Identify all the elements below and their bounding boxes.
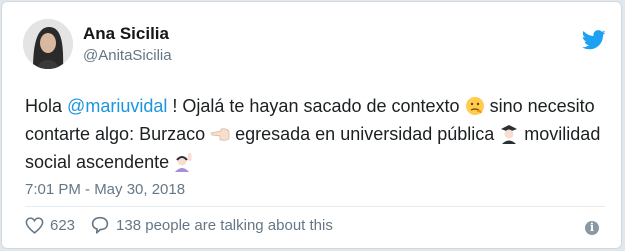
- woman-graduate-emoji: [498, 124, 520, 144]
- tweet-timestamp[interactable]: 7:01 PM - May 30, 2018: [25, 181, 185, 198]
- greeting-text: Hola: [25, 96, 63, 116]
- speech-bubble-icon: [90, 216, 110, 234]
- tweet-text-part3: egresada en universidad pública: [235, 124, 495, 144]
- like-button[interactable]: 623: [25, 217, 75, 234]
- avatar[interactable]: [23, 19, 73, 69]
- tweet-actions: 623 138 people are talking about this: [25, 216, 333, 234]
- mention-link[interactable]: @mariuvidal: [67, 96, 167, 116]
- tweet-card[interactable]: Ana Sicilia @AnitaSicilia Hola @mariuvid…: [1, 1, 622, 249]
- replies-text: 138 people are talking about this: [116, 216, 333, 234]
- author-name[interactable]: Ana Sicilia: [83, 24, 169, 44]
- thinking-face-emoji: [464, 96, 486, 116]
- woman-raising-hand-emoji: [173, 152, 195, 172]
- info-icon[interactable]: i: [585, 221, 599, 235]
- tweet-text-part1: ! Ojalá te hayan sacado de contexto: [172, 96, 460, 116]
- tweet-text: Hola @mariuvidal ! Ojalá te hayan sacado…: [25, 92, 615, 176]
- like-count: 623: [50, 216, 76, 234]
- twitter-bird-icon[interactable]: [581, 30, 606, 50]
- pointing-left-emoji: [209, 124, 231, 144]
- author-handle[interactable]: @AnitaSicilia: [83, 47, 172, 64]
- heart-icon: [25, 216, 44, 234]
- divider: [25, 206, 605, 207]
- reply-button[interactable]: 138 people are talking about this: [90, 216, 333, 234]
